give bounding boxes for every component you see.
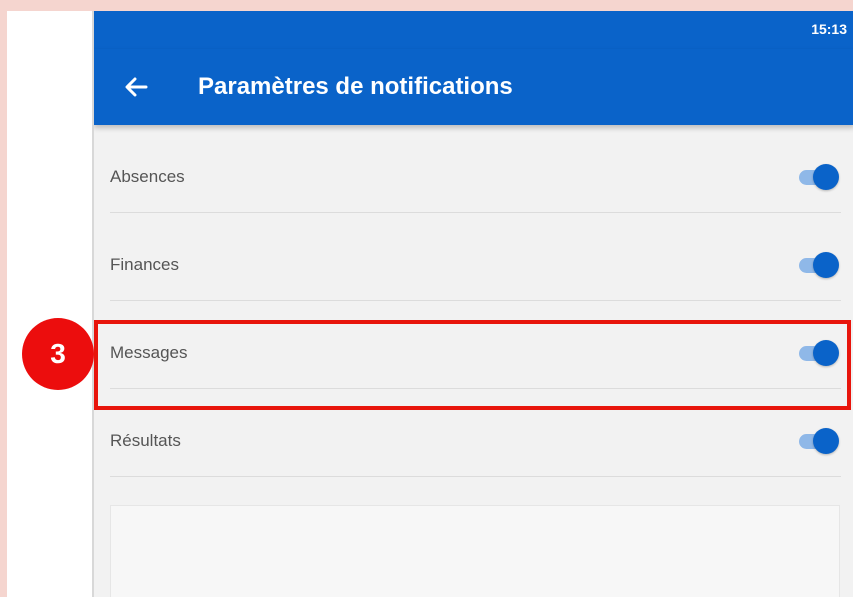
status-bar: 15:13: [94, 11, 853, 49]
arrow-left-icon: [125, 77, 148, 97]
background-panel: [7, 11, 93, 597]
divider: [110, 476, 841, 477]
toggle-thumb: [813, 164, 839, 190]
setting-row-finances[interactable]: Finances: [94, 213, 853, 301]
back-button[interactable]: [122, 73, 150, 101]
setting-label: Finances: [110, 255, 179, 274]
app-bar: Paramètres de notifications: [94, 49, 853, 125]
setting-row-absences[interactable]: Absences: [94, 125, 853, 213]
step-number-badge: 3: [22, 318, 94, 390]
setting-label: Absences: [110, 167, 185, 186]
empty-card: [110, 505, 840, 597]
phone-screen: 15:13 Paramètres de notifications Absenc…: [92, 11, 853, 597]
toggle-thumb: [813, 252, 839, 278]
notification-settings-list: Absences Finances Messages Résultats: [94, 125, 853, 477]
toggle-thumb: [813, 428, 839, 454]
setting-label: Résultats: [110, 431, 181, 450]
page-title: Paramètres de notifications: [198, 73, 513, 100]
finances-toggle[interactable]: [799, 250, 839, 280]
absences-toggle[interactable]: [799, 162, 839, 192]
status-time: 15:13: [811, 21, 847, 37]
resultats-toggle[interactable]: [799, 426, 839, 456]
annotation-highlight-box: [94, 320, 851, 410]
